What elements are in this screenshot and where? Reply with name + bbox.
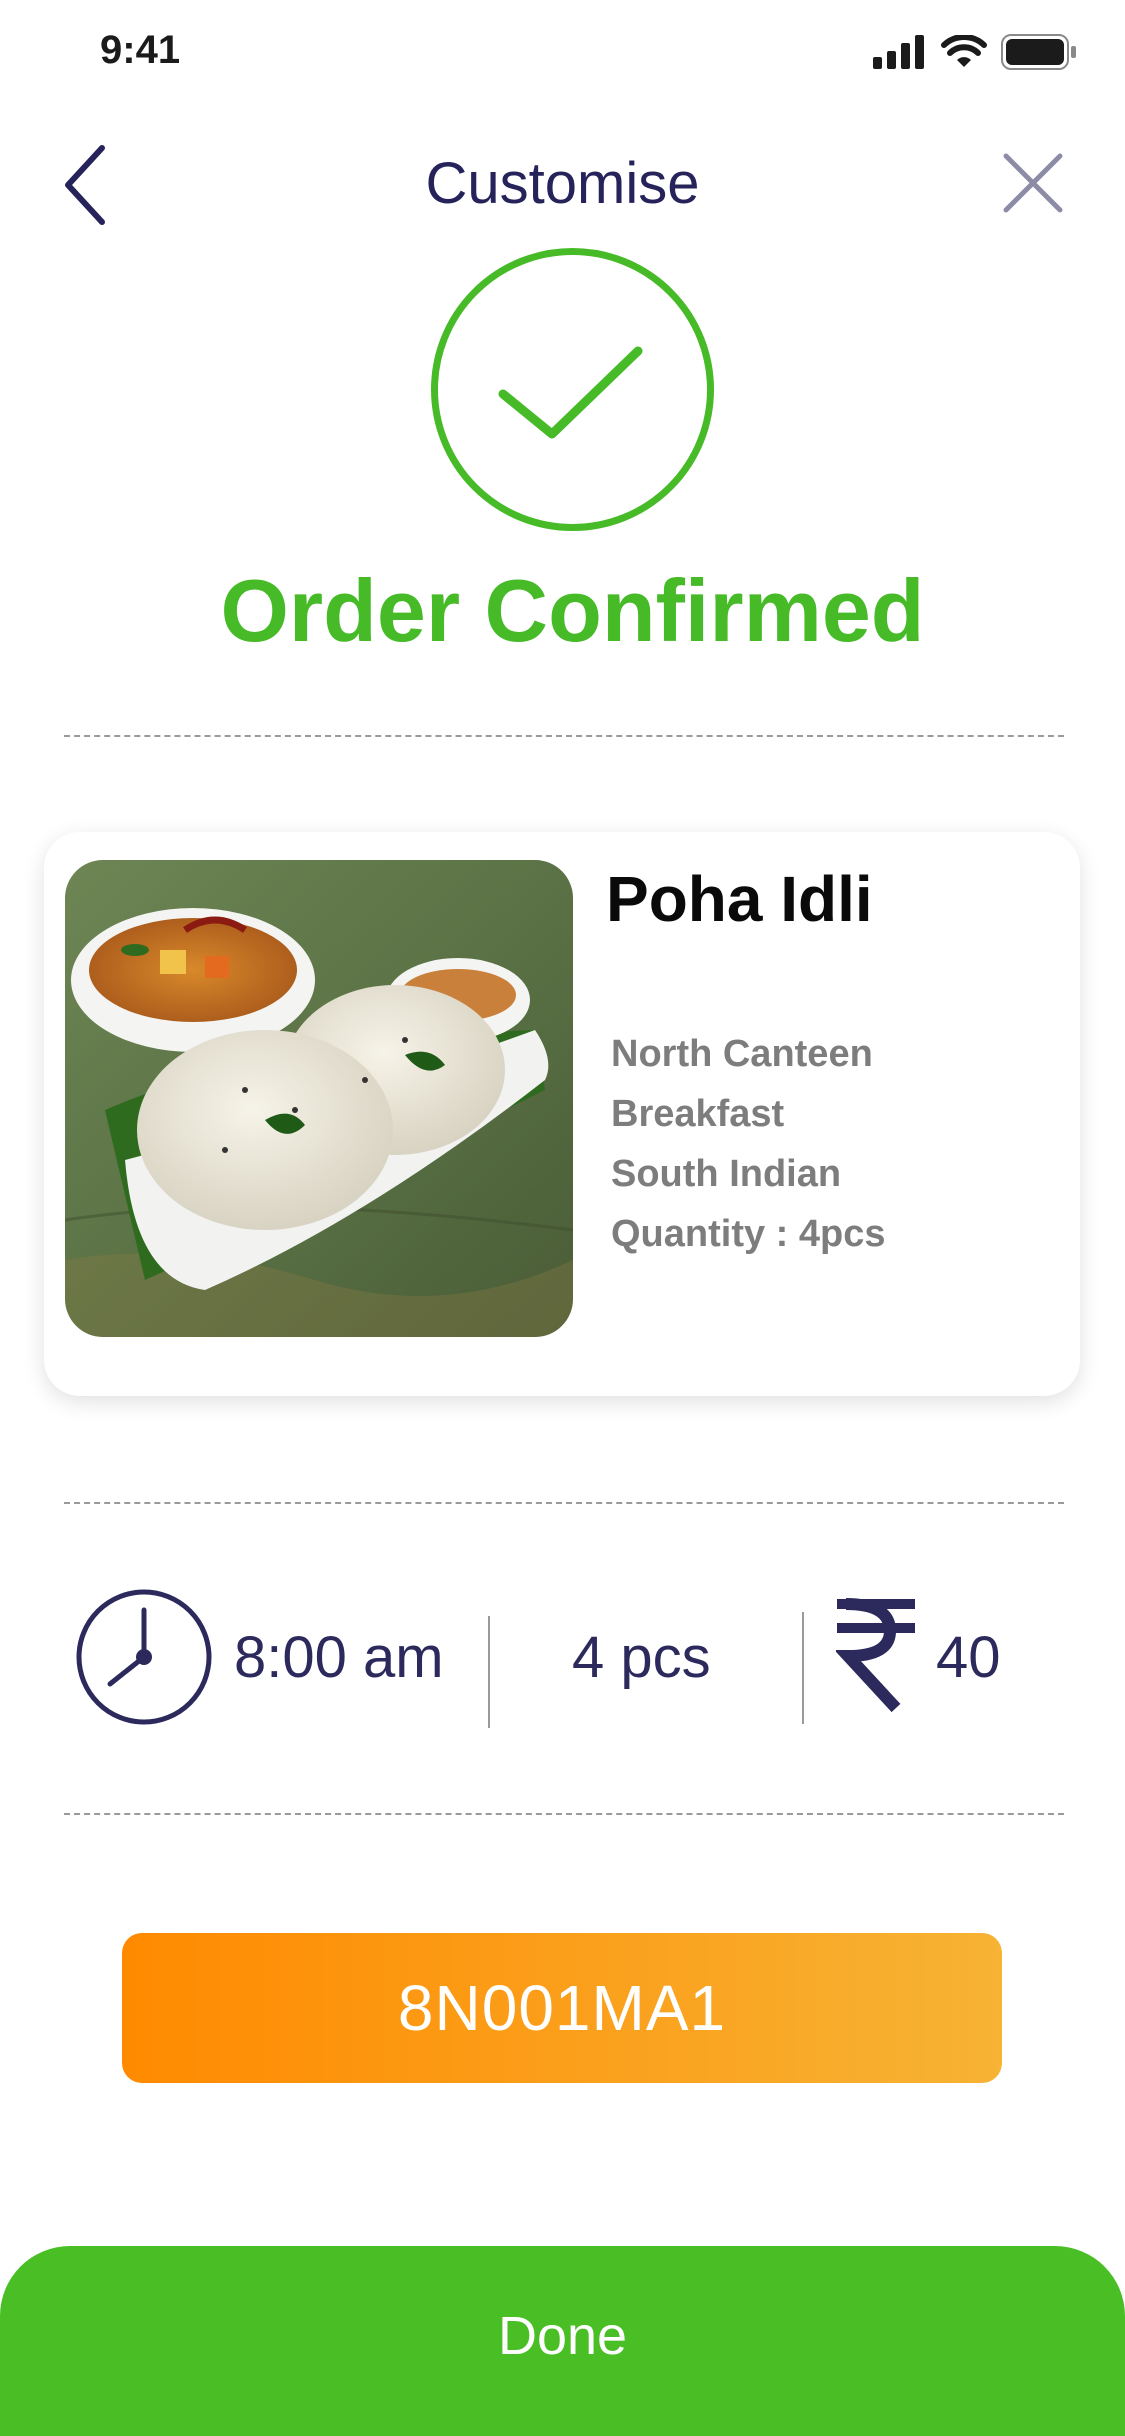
done-button[interactable]: Done xyxy=(0,2246,1125,2436)
close-icon xyxy=(1003,153,1063,213)
item-name: Poha Idli xyxy=(606,863,873,935)
divider xyxy=(802,1612,804,1724)
item-quantity: Quantity : 4pcs xyxy=(611,1213,886,1255)
item-canteen: North Canteen xyxy=(611,1033,873,1075)
divider xyxy=(488,1616,490,1728)
food-image xyxy=(65,860,573,1337)
close-button[interactable] xyxy=(1000,150,1066,216)
pickup-time: 8:00 am xyxy=(234,1625,444,1690)
order-code: 8N001MA1 xyxy=(122,1933,1002,2083)
divider xyxy=(64,1813,1064,1815)
summary-quantity: 4 pcs xyxy=(572,1625,711,1690)
order-confirmed-title: Order Confirmed xyxy=(220,561,925,660)
divider xyxy=(64,735,1064,737)
cellular-signal-icon xyxy=(873,35,924,69)
clock-icon xyxy=(75,1588,213,1726)
item-meal-type: Breakfast xyxy=(611,1093,785,1135)
wifi-icon xyxy=(941,35,987,67)
divider xyxy=(64,1502,1064,1504)
page-title: Customise xyxy=(425,151,700,216)
rupee-icon xyxy=(834,1598,916,1713)
summary-price: 40 xyxy=(936,1625,1001,1690)
item-cuisine: South Indian xyxy=(611,1153,842,1195)
status-time: 9:41 xyxy=(100,28,181,72)
status-icons xyxy=(873,32,1077,72)
check-circle-icon xyxy=(430,247,715,532)
battery-icon xyxy=(1001,34,1076,70)
